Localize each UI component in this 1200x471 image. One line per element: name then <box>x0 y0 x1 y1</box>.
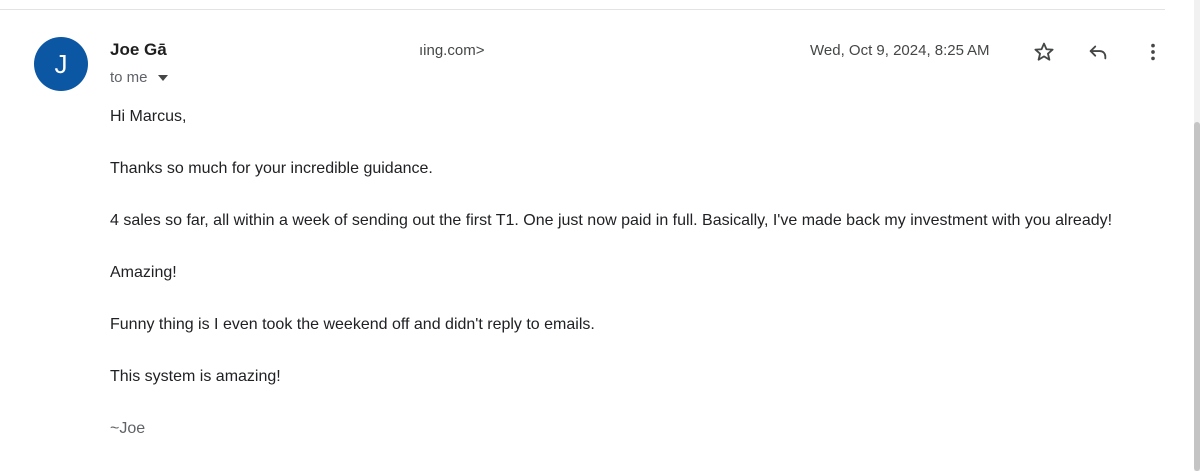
star-button[interactable] <box>1030 38 1058 66</box>
avatar-letter: J <box>54 48 68 79</box>
reply-button[interactable] <box>1084 38 1112 66</box>
recipient-line[interactable]: to me <box>110 69 168 86</box>
body-line-4: Funny thing is I even took the weekend o… <box>110 316 595 333</box>
message-body: Hi Marcus, Thanks so much for your incre… <box>110 104 1160 468</box>
sender-name[interactable]: Joe Gā <box>110 40 167 60</box>
recipient-text: to me <box>110 69 148 86</box>
caret-down-icon[interactable] <box>157 74 168 81</box>
body-signoff: ~Joe <box>110 420 146 437</box>
sender-avatar[interactable]: J <box>34 37 88 91</box>
body-line-1: Thanks so much for your incredible guida… <box>110 160 433 177</box>
body-line-2: 4 sales so far, all within a week of sen… <box>110 212 1113 229</box>
email-view: J Joe Gā ıing.com> to me Wed, Oct 9, 202… <box>0 0 1200 471</box>
scrollbar[interactable] <box>1194 0 1200 471</box>
more-options-button[interactable] <box>1139 38 1167 66</box>
top-divider <box>0 9 1165 10</box>
star-icon <box>1034 42 1054 61</box>
body-greeting: Hi Marcus, <box>110 108 187 125</box>
reply-icon <box>1089 45 1107 60</box>
sender-email[interactable]: ıing.com> <box>419 42 484 59</box>
more-vert-icon <box>1151 43 1155 61</box>
message-timestamp: Wed, Oct 9, 2024, 8:25 AM <box>810 42 990 59</box>
body-line-5: This system is amazing! <box>110 368 281 385</box>
body-line-3: Amazing! <box>110 264 177 281</box>
scrollbar-thumb[interactable] <box>1194 122 1200 471</box>
